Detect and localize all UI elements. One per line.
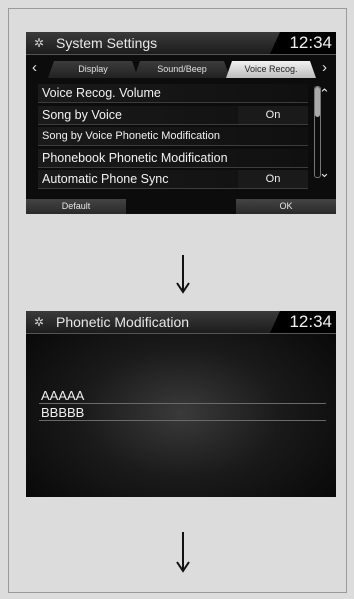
list-item-voice-recog-volume[interactable]: Voice Recog. Volume xyxy=(38,84,308,103)
tab-sound-beep[interactable]: Sound/Beep xyxy=(134,61,230,78)
tab-bar: Display Sound/Beep Voice Recog. xyxy=(26,61,336,78)
list-item-label: Song by Voice Phonetic Modification xyxy=(42,130,220,142)
footer-bar: Default OK xyxy=(26,199,336,214)
page-title: Phonetic Modification xyxy=(56,314,190,330)
tab-voice-recog[interactable]: Voice Recog. xyxy=(226,61,316,78)
gear-icon: ✲ xyxy=(34,36,45,50)
phonetic-modification-screen: ✲ Phonetic Modification 12:34 AAAAA BBBB… xyxy=(26,311,336,497)
list-item-song-by-voice[interactable]: Song by Voice On xyxy=(38,105,308,125)
clock: 12:34 xyxy=(270,32,336,54)
list-item-label: Phonebook Phonetic Modification xyxy=(42,150,228,165)
list-item-value: On xyxy=(238,170,308,188)
system-settings-screen: ✲ System Settings 12:34 ‹ Display Sound/… xyxy=(26,32,336,214)
gear-icon: ✲ xyxy=(34,315,45,329)
ok-button[interactable]: OK xyxy=(236,199,336,214)
down-arrow-icon xyxy=(176,255,190,294)
list-item-entry-2[interactable]: BBBBB xyxy=(39,405,326,421)
tab-display[interactable]: Display xyxy=(48,61,138,78)
double-chevron-down-icon[interactable]: ⌄ xyxy=(319,165,330,181)
list-item-label: Song by Voice xyxy=(42,107,122,122)
list-item-automatic-phone-sync[interactable]: Automatic Phone Sync On xyxy=(38,170,308,189)
default-button[interactable]: Default xyxy=(26,199,126,214)
double-chevron-up-icon[interactable]: ⌃ xyxy=(319,86,330,102)
chevron-right-icon[interactable]: › xyxy=(322,59,327,76)
list-item-value: On xyxy=(238,105,308,124)
clock: 12:34 xyxy=(270,311,336,333)
list-item-song-by-voice-phonetic[interactable]: Song by Voice Phonetic Modification xyxy=(38,127,308,146)
page-title: System Settings xyxy=(56,35,158,51)
title-bar: ✲ System Settings 12:34 xyxy=(26,32,336,55)
down-arrow-icon xyxy=(176,532,190,573)
settings-list: Voice Recog. Volume Song by Voice On Son… xyxy=(38,84,308,192)
list-item-label: Voice Recog. Volume xyxy=(42,86,161,100)
list-item-label: Automatic Phone Sync xyxy=(42,172,169,186)
list-item-phonebook-phonetic[interactable]: Phonebook Phonetic Modification xyxy=(38,148,308,168)
list-item-entry-1[interactable]: AAAAA xyxy=(39,388,326,404)
title-bar: ✲ Phonetic Modification 12:34 xyxy=(26,311,336,334)
